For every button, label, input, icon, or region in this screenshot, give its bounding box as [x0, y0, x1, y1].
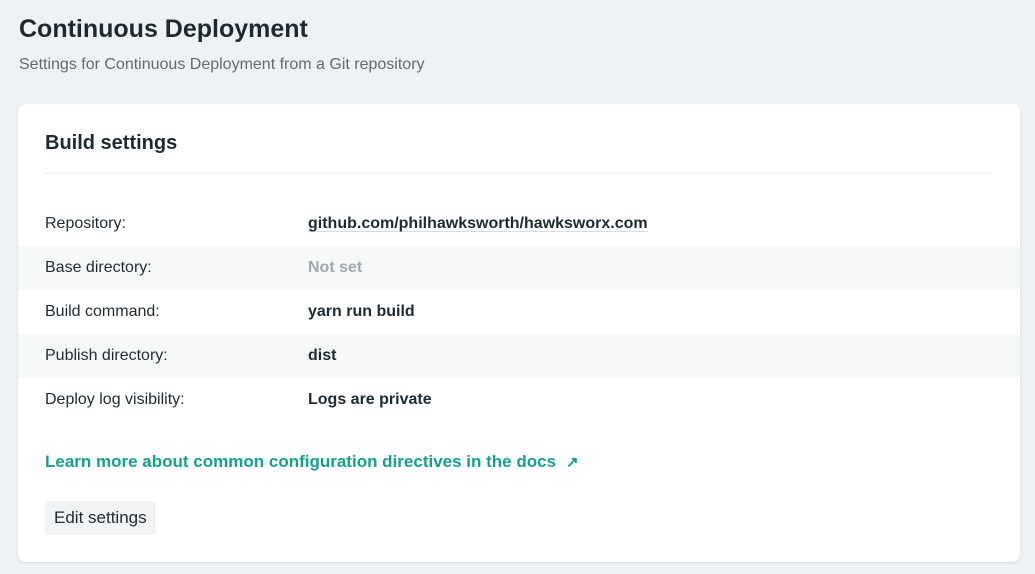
external-link-icon: ↗: [566, 454, 579, 471]
card-title: Build settings: [45, 132, 178, 154]
setting-value: dist: [308, 347, 337, 364]
edit-settings-button[interactable]: Edit settings: [45, 501, 156, 535]
setting-row-base-directory: Base directory: Not set: [18, 246, 1020, 290]
setting-value: Not set: [308, 259, 363, 276]
setting-row-publish-directory: Publish directory: dist: [18, 334, 1020, 378]
setting-value: yarn run build: [308, 303, 415, 320]
setting-row-repository: Repository: github.com/philhawksworth/ha…: [18, 202, 1020, 246]
setting-label: Build command:: [45, 303, 160, 320]
setting-row-deploy-log-visibility: Deploy log visibility: Logs are private: [18, 378, 1020, 422]
page-title: Continuous Deployment: [19, 15, 308, 43]
setting-value: Logs are private: [308, 391, 432, 408]
docs-link-label: Learn more about common configuration di…: [45, 452, 557, 471]
setting-row-build-command: Build command: yarn run build: [18, 290, 1020, 334]
repository-link[interactable]: github.com/philhawksworth/hawksworx.com: [308, 215, 648, 233]
divider: [45, 173, 994, 174]
page-subtitle: Settings for Continuous Deployment from …: [19, 56, 425, 73]
setting-label: Base directory:: [45, 259, 152, 276]
build-settings-card: Build settings Repository: github.com/ph…: [18, 104, 1020, 562]
settings-list: Repository: github.com/philhawksworth/ha…: [18, 202, 1020, 422]
setting-label: Deploy log visibility:: [45, 391, 185, 408]
docs-link[interactable]: Learn more about common configuration di…: [45, 452, 579, 472]
setting-label: Repository:: [45, 215, 126, 232]
setting-label: Publish directory:: [45, 347, 168, 364]
